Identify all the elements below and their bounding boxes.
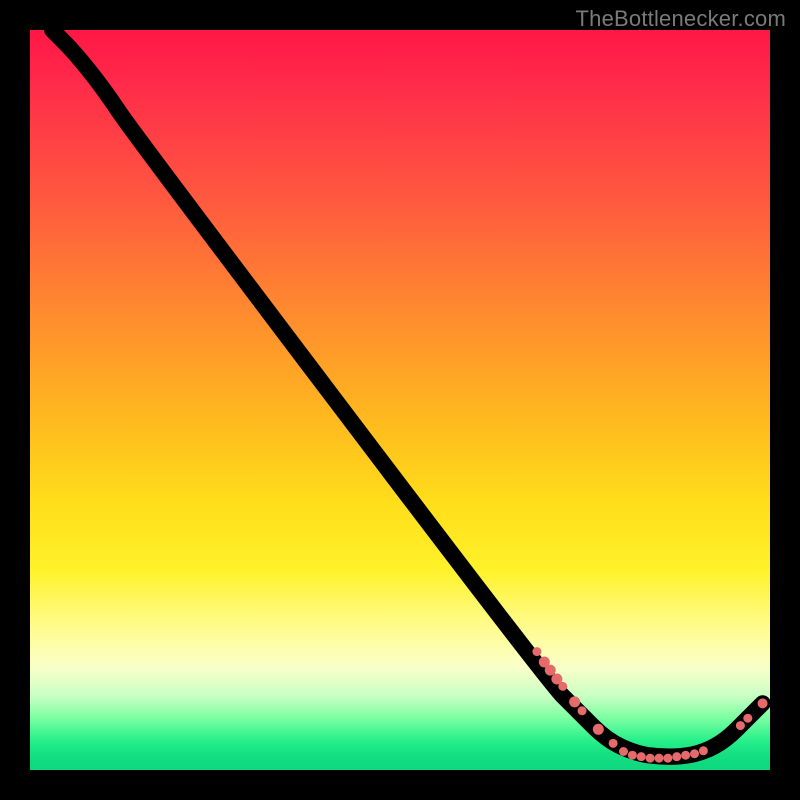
data-point — [690, 749, 699, 758]
data-point — [558, 682, 567, 691]
data-point — [628, 751, 637, 760]
data-point — [569, 696, 580, 707]
data-point — [736, 721, 745, 730]
data-point — [646, 754, 655, 763]
chart-svg — [30, 30, 770, 770]
data-point — [743, 714, 752, 723]
data-point — [532, 647, 541, 656]
data-point — [663, 754, 672, 763]
data-point — [609, 739, 618, 748]
data-point — [699, 746, 708, 755]
data-point — [619, 747, 628, 756]
data-point — [593, 724, 604, 735]
data-point — [672, 752, 681, 761]
data-point — [681, 751, 690, 760]
plot-area — [30, 30, 770, 770]
bottleneck-curve — [52, 30, 762, 757]
attribution-text: TheBottlenecker.com — [576, 6, 786, 32]
data-point — [758, 698, 768, 708]
data-point — [545, 665, 556, 676]
chart-container: TheBottlenecker.com — [0, 0, 800, 800]
data-point — [578, 706, 587, 715]
data-point — [655, 754, 664, 763]
data-point — [637, 752, 646, 761]
